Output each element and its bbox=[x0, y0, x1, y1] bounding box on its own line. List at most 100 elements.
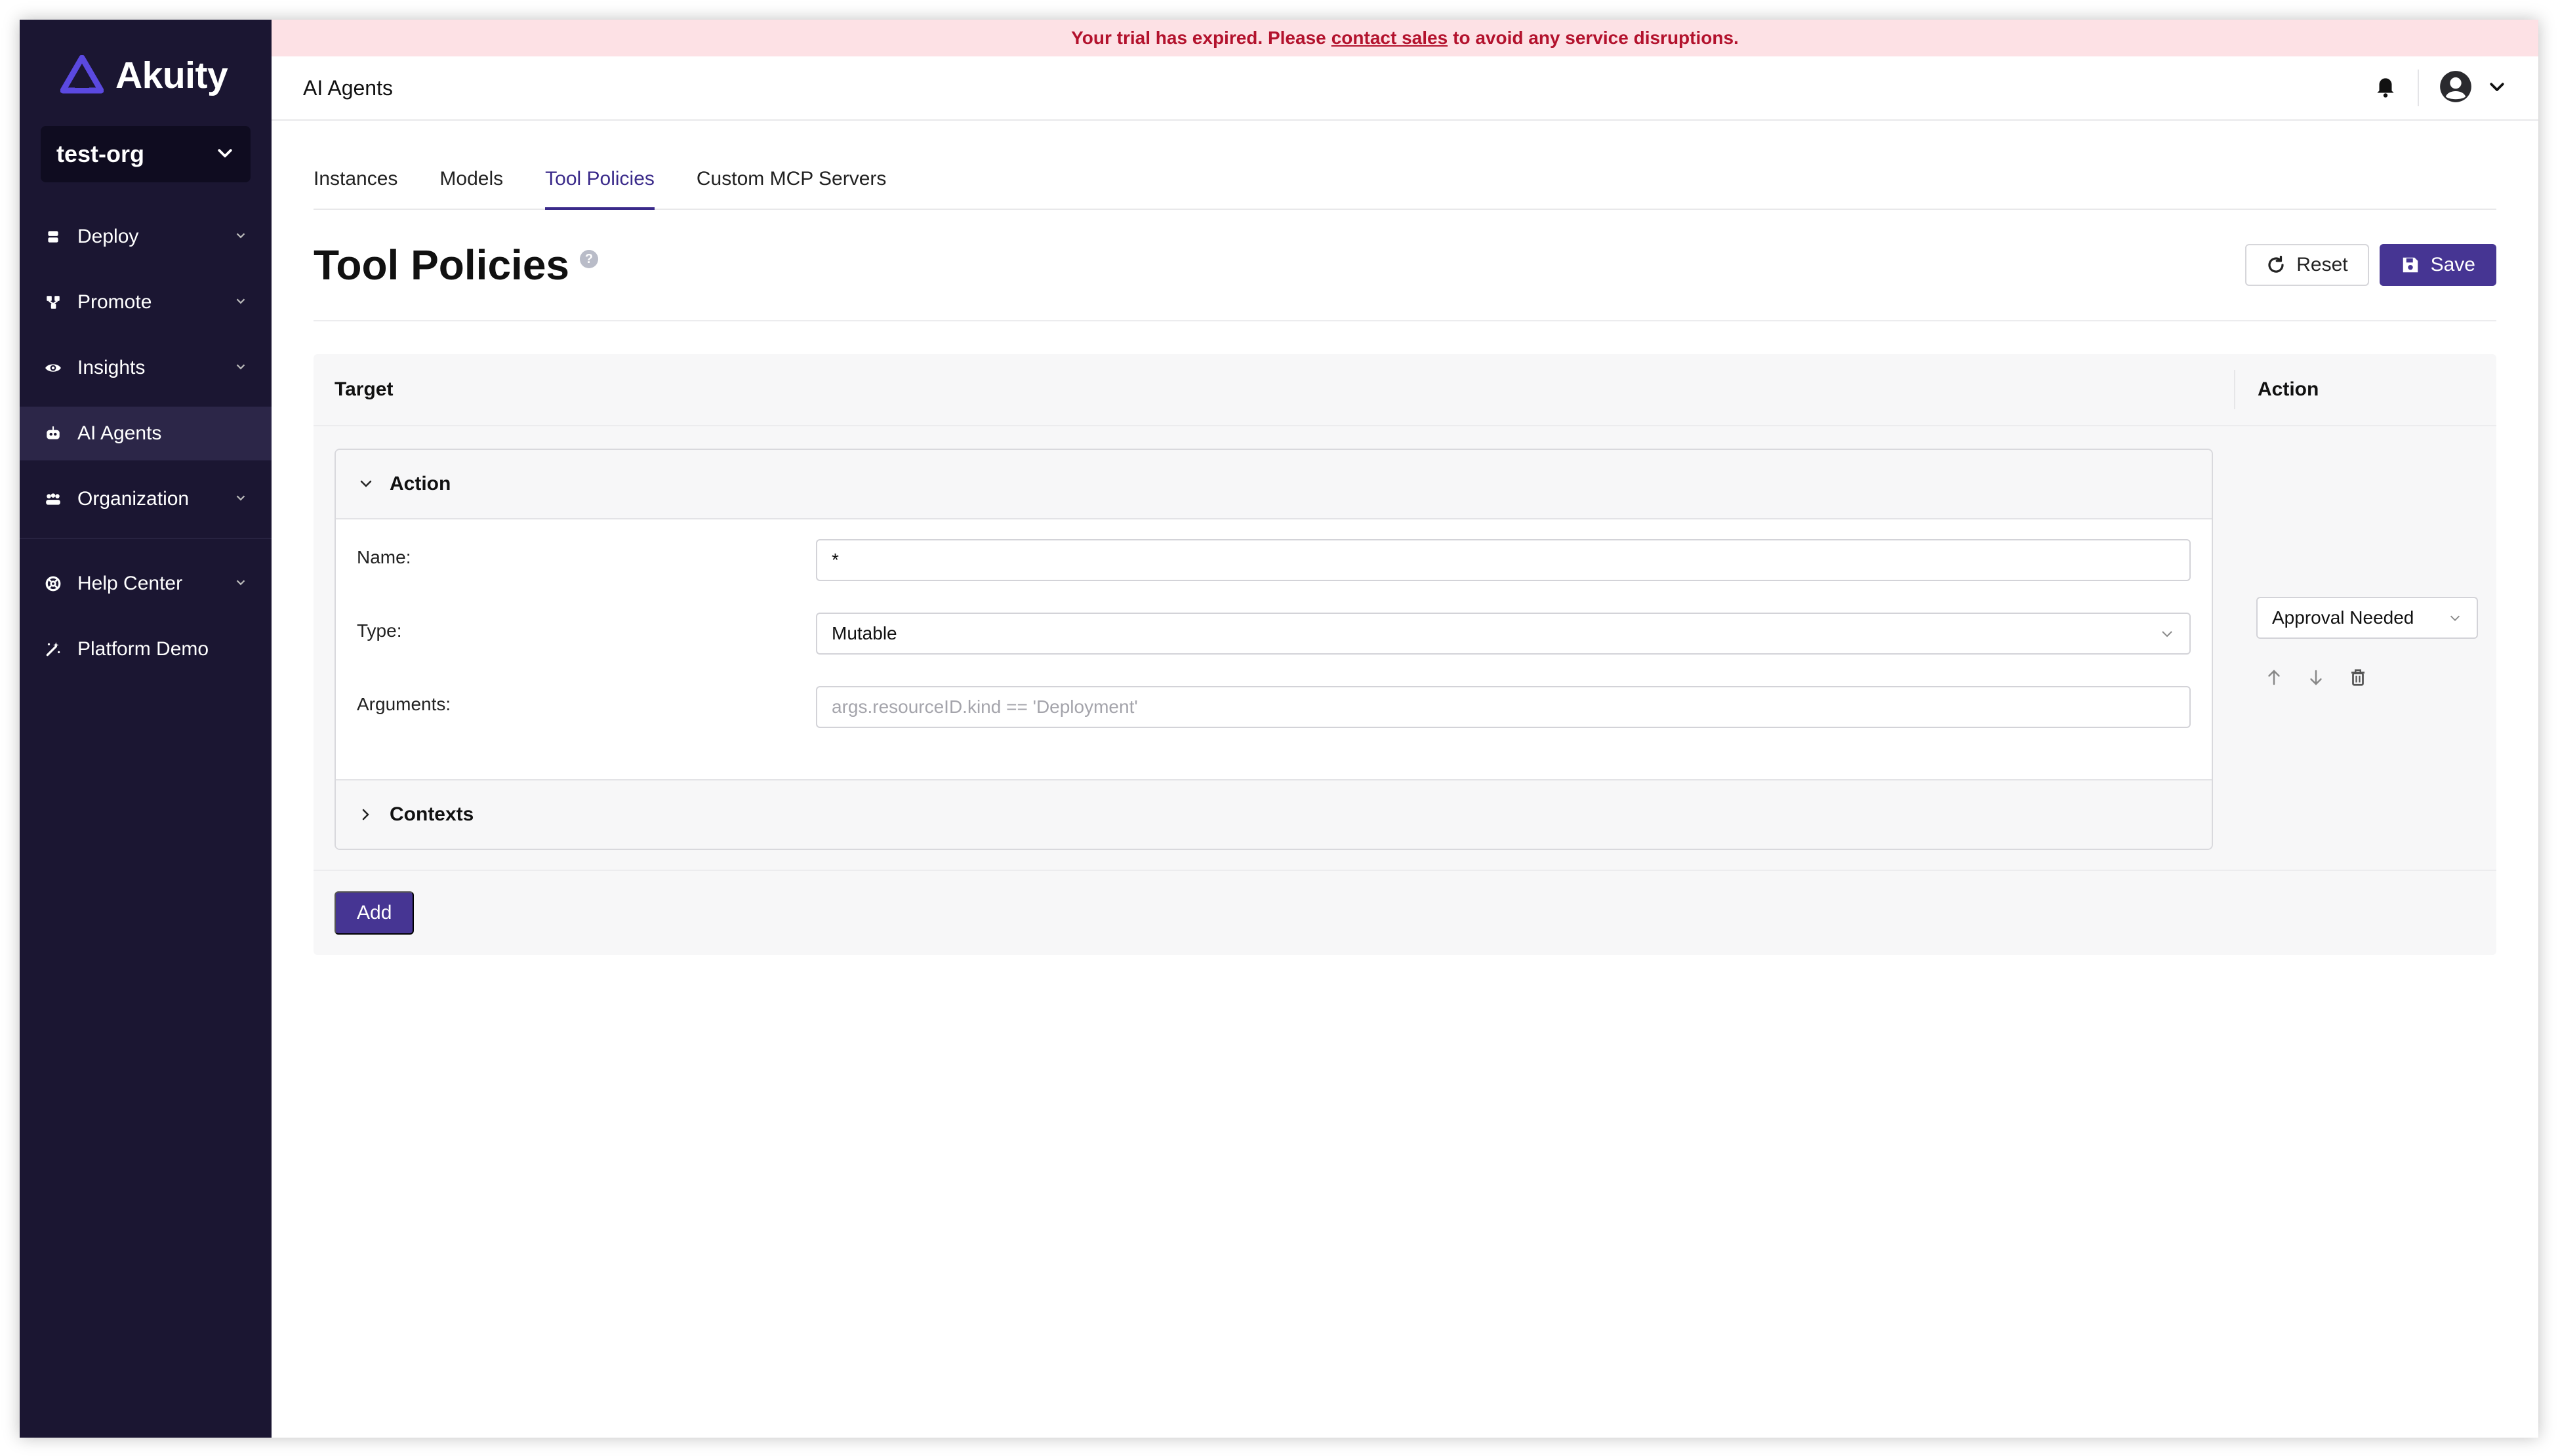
sidebar: Akuity test-org Deploy Promote Insights … bbox=[20, 20, 272, 1438]
arrow-down-icon[interactable] bbox=[2306, 668, 2326, 687]
sidebar-item-label: Help Center bbox=[77, 573, 183, 594]
chevron-down-icon bbox=[2450, 615, 2460, 621]
sidebar-nav: Deploy Promote Insights AI Agents Organi… bbox=[20, 210, 272, 688]
contexts-section-title: Contexts bbox=[390, 803, 474, 825]
page-actions: Reset Save bbox=[2245, 244, 2496, 286]
chevron-down-icon bbox=[2162, 631, 2172, 637]
name-row: Name: * bbox=[357, 539, 2191, 613]
type-select-value: Mutable bbox=[832, 623, 897, 643]
table-footer: Add bbox=[314, 870, 2496, 955]
reset-button[interactable]: Reset bbox=[2245, 244, 2369, 286]
target-cell: Action Name: * Type: Mutable Arguments: … bbox=[314, 449, 2234, 850]
chevron-down-icon bbox=[2487, 77, 2507, 100]
sidebar-item-insights[interactable]: Insights bbox=[20, 341, 272, 395]
contact-sales-link[interactable]: contact sales bbox=[1331, 28, 1448, 49]
main-area: Your trial has expired. Please contact s… bbox=[272, 20, 2538, 1438]
sidebar-item-deploy[interactable]: Deploy bbox=[20, 210, 272, 264]
page-breadcrumb: AI Agents bbox=[303, 75, 393, 100]
chevron-down-icon bbox=[360, 480, 372, 487]
arguments-input[interactable]: args.resourceID.kind == 'Deployment' bbox=[816, 686, 2191, 728]
action-section-body: Name: * Type: Mutable Arguments: args.re… bbox=[336, 519, 2212, 779]
app-window: Akuity test-org Deploy Promote Insights … bbox=[20, 20, 2538, 1438]
chevron-down-icon bbox=[233, 573, 248, 595]
policy-card: Action Name: * Type: Mutable Arguments: … bbox=[335, 449, 2213, 850]
topbar-actions bbox=[2373, 70, 2507, 107]
banner-text-prefix: Your trial has expired. Please bbox=[1071, 28, 1326, 48]
refresh-icon bbox=[2268, 255, 2284, 273]
page-title: Tool Policies bbox=[314, 241, 569, 289]
sidebar-item-label: Promote bbox=[77, 291, 152, 313]
sidebar-item-label: Organization bbox=[77, 488, 190, 510]
sidebar-item-label: AI Agents bbox=[77, 422, 162, 444]
type-select[interactable]: Mutable bbox=[816, 613, 2191, 655]
chevron-down-icon bbox=[233, 291, 248, 313]
action-section-toggle[interactable]: Action bbox=[336, 450, 2212, 519]
policies-table: Target Action Action Name: * Type: Mutab… bbox=[314, 354, 2496, 955]
arrow-up-icon[interactable] bbox=[2264, 668, 2284, 687]
topbar-divider bbox=[2418, 70, 2419, 106]
sidebar-item-platform-demo[interactable]: Platform Demo bbox=[20, 622, 272, 676]
org-name: test-org bbox=[56, 140, 144, 167]
table-header: Target Action bbox=[314, 354, 2496, 426]
contexts-section-toggle[interactable]: Contexts bbox=[336, 779, 2212, 849]
akuity-logo-icon bbox=[60, 55, 104, 94]
action-section-title: Action bbox=[390, 473, 451, 495]
arguments-label: Arguments: bbox=[357, 694, 451, 714]
table-row: Action Name: * Type: Mutable Arguments: … bbox=[314, 426, 2496, 870]
add-policy-button[interactable]: Add bbox=[335, 891, 415, 935]
action-select[interactable]: Approval Needed bbox=[2256, 597, 2478, 639]
action-select-value: Approval Needed bbox=[2272, 607, 2414, 628]
type-field-wrap: Mutable bbox=[816, 613, 2191, 655]
chevron-down-icon bbox=[233, 357, 248, 379]
eye-icon bbox=[45, 359, 62, 376]
name-field-wrap: * bbox=[816, 539, 2191, 581]
sidebar-item-label: Platform Demo bbox=[77, 638, 209, 660]
chevron-down-icon bbox=[215, 143, 235, 166]
users-icon bbox=[45, 491, 62, 508]
tab-custom-mcp-servers[interactable]: Custom MCP Servers bbox=[697, 168, 887, 209]
sidebar-item-ai-agents[interactable]: AI Agents bbox=[20, 407, 272, 460]
promote-icon bbox=[45, 294, 62, 311]
user-menu[interactable] bbox=[2439, 70, 2507, 107]
robot-icon bbox=[45, 425, 62, 442]
help-icon[interactable]: ? bbox=[580, 250, 598, 268]
bell-icon[interactable] bbox=[2373, 74, 2398, 102]
column-header-target: Target bbox=[335, 378, 394, 400]
page-content: Instances Models Tool Policies Custom MC… bbox=[314, 121, 2496, 955]
trial-expired-banner: Your trial has expired. Please contact s… bbox=[272, 20, 2538, 56]
arguments-row: Arguments: args.resourceID.kind == 'Depl… bbox=[357, 686, 2191, 759]
column-header-action: Action bbox=[2234, 370, 2496, 409]
floppy-disk-icon bbox=[2403, 257, 2418, 273]
arguments-field-wrap: args.resourceID.kind == 'Deployment' bbox=[816, 686, 2191, 728]
page-title-wrap: Tool Policies ? bbox=[314, 241, 598, 289]
name-input[interactable]: * bbox=[816, 539, 2191, 581]
name-label: Name: bbox=[357, 547, 411, 567]
save-label: Save bbox=[2430, 254, 2475, 275]
org-selector[interactable]: test-org bbox=[41, 126, 251, 182]
tab-models[interactable]: Models bbox=[439, 168, 503, 209]
sidebar-item-help-center[interactable]: Help Center bbox=[20, 557, 272, 611]
save-button[interactable]: Save bbox=[2379, 244, 2496, 286]
sidebar-item-label: Insights bbox=[77, 357, 146, 378]
sidebar-item-promote[interactable]: Promote bbox=[20, 275, 272, 329]
topbar: AI Agents bbox=[272, 56, 2538, 121]
lifebuoy-icon bbox=[45, 575, 62, 592]
user-avatar-icon bbox=[2439, 70, 2473, 107]
trash-icon[interactable] bbox=[2348, 668, 2368, 687]
action-cell: Approval Needed bbox=[2234, 449, 2496, 850]
type-row: Type: Mutable bbox=[357, 613, 2191, 686]
chevron-right-icon bbox=[362, 809, 369, 820]
magic-wand-icon bbox=[45, 641, 62, 658]
sidebar-item-organization[interactable]: Organization bbox=[20, 472, 272, 526]
akuity-logo[interactable]: Akuity bbox=[60, 46, 228, 105]
tab-tool-policies[interactable]: Tool Policies bbox=[545, 168, 655, 210]
page-header: Tool Policies ? Reset Save bbox=[314, 210, 2496, 321]
tab-instances[interactable]: Instances bbox=[314, 168, 397, 209]
brand-name: Akuity bbox=[115, 54, 228, 96]
chevron-down-icon bbox=[233, 488, 248, 510]
reset-label: Reset bbox=[2296, 254, 2348, 275]
banner-text-suffix: to avoid any service disruptions. bbox=[1453, 28, 1739, 48]
type-label: Type: bbox=[357, 620, 402, 641]
chevron-down-icon bbox=[233, 226, 248, 248]
row-actions bbox=[2256, 668, 2496, 687]
